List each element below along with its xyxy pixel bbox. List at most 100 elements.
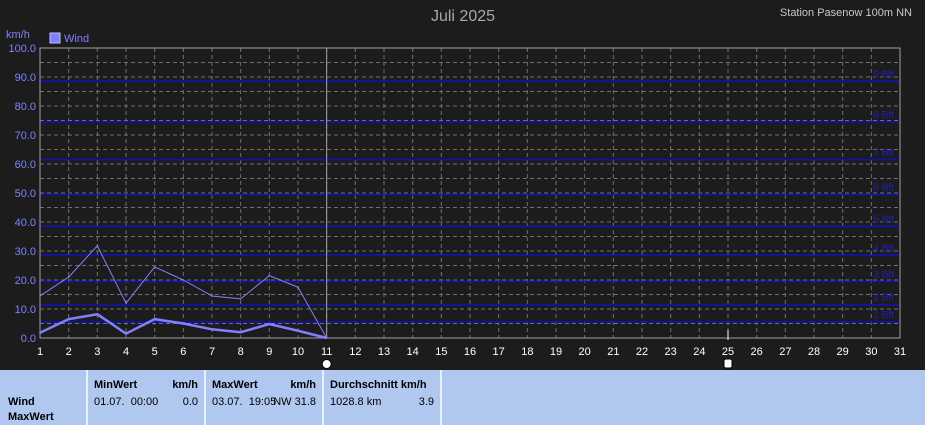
x-tick-label: 18 bbox=[521, 346, 533, 358]
summary-label-column: Wind MaxWert bbox=[0, 370, 88, 425]
data-point bbox=[153, 318, 156, 320]
data-point bbox=[67, 318, 70, 320]
y-tick-label: 80.0 bbox=[15, 101, 36, 113]
summary-row-label-wind: Wind bbox=[8, 396, 35, 408]
chart-area: 1 Bft 2 Bft 3 Bft 4 Bft 5 Bft 6 Bft 7 Bft 8 Bft… bbox=[0, 0, 925, 370]
summary-min-column: MinWert km/h 01.07. 00:00 0.0 bbox=[88, 370, 206, 425]
x-tick-label: 8 bbox=[238, 346, 244, 358]
data-point bbox=[153, 266, 156, 268]
beaufort-label: 6 Bft bbox=[873, 182, 894, 193]
y-tick-label: 70.0 bbox=[15, 130, 36, 142]
day-marker-circle bbox=[321, 359, 332, 369]
max-date: 03.07. 19:05 bbox=[212, 396, 277, 408]
wind-chart: 1 Bft 2 Bft 3 Bft 4 Bft 5 Bft 6 Bft 7 Bft 8 Bft… bbox=[6, 7, 912, 369]
station-label: Station Pasenow 100m NN bbox=[780, 7, 912, 19]
beaufort-label: 9 Bft bbox=[873, 69, 894, 80]
beaufort-label: 1 Bft bbox=[873, 310, 894, 321]
data-point bbox=[96, 244, 99, 247]
x-tick-label: 26 bbox=[751, 346, 763, 358]
x-tick-label: 21 bbox=[607, 346, 619, 358]
y-tick-label: 90.0 bbox=[15, 72, 36, 84]
min-unit-header: km/h bbox=[172, 379, 198, 391]
data-point bbox=[96, 313, 99, 316]
summary-max-column: MaxWert km/h 03.07. 19:05 NW 31.8 bbox=[206, 370, 324, 425]
x-tick-label: 5 bbox=[152, 346, 158, 358]
y-tick-label: 60.0 bbox=[15, 159, 36, 171]
y-axis-unit: km/h bbox=[6, 29, 30, 41]
avg-distance: 1028.8 km bbox=[330, 396, 382, 408]
data-point bbox=[239, 331, 242, 334]
x-tick-label: 30 bbox=[865, 346, 877, 358]
data-point bbox=[182, 279, 185, 281]
beaufort-label: 2 Bft bbox=[873, 293, 894, 304]
data-point bbox=[39, 331, 41, 334]
x-tick-label: 28 bbox=[808, 346, 820, 358]
y-tick-label: 30.0 bbox=[15, 246, 36, 258]
data-point bbox=[39, 295, 41, 297]
min-value: 0.0 bbox=[182, 396, 198, 408]
x-tick-label: 3 bbox=[94, 346, 100, 358]
data-point bbox=[268, 274, 271, 277]
x-tick-label: 1 bbox=[37, 346, 43, 358]
x-tick-label: 11 bbox=[321, 346, 332, 358]
avg-value: 3.9 bbox=[418, 396, 434, 408]
x-tick-label: 2 bbox=[66, 346, 72, 358]
x-tick-label: 4 bbox=[123, 346, 129, 358]
x-tick-label: 15 bbox=[435, 346, 447, 358]
summary-avg-column: Durchschnitt km/h 1028.8 km 3.9 bbox=[324, 370, 442, 425]
legend-label: Wind bbox=[64, 33, 89, 45]
beaufort-label: 7 Bft bbox=[873, 148, 894, 159]
y-tick-label: 20.0 bbox=[15, 275, 36, 287]
x-tick-label: 24 bbox=[693, 346, 705, 358]
beaufort-label: 5 Bft bbox=[873, 214, 894, 225]
beaufort-label: 8 Bft bbox=[873, 110, 894, 121]
x-tick-label: 6 bbox=[180, 346, 186, 358]
x-tick-label: 29 bbox=[837, 346, 849, 358]
data-point bbox=[125, 302, 127, 305]
data-point bbox=[125, 332, 127, 335]
x-tick-label: 31 bbox=[894, 346, 906, 358]
y-tick-label: 40.0 bbox=[15, 217, 36, 229]
summary-table: Wind MaxWert MinWert km/h 01.07. 00:00 0… bbox=[0, 370, 925, 425]
x-tick-label: 7 bbox=[209, 346, 215, 358]
day-marker-square bbox=[723, 358, 733, 369]
x-tick-label: 20 bbox=[579, 346, 591, 358]
x-tick-label: 22 bbox=[636, 346, 648, 358]
x-tick-label: 14 bbox=[407, 346, 419, 358]
x-tick-label: 23 bbox=[665, 346, 677, 358]
data-point bbox=[211, 328, 213, 331]
x-tick-label: 16 bbox=[464, 346, 476, 358]
x-tick-label: 19 bbox=[550, 346, 562, 358]
max-direction-value: NW 31.8 bbox=[273, 396, 316, 408]
x-tick-label: 10 bbox=[292, 346, 304, 358]
data-point bbox=[325, 337, 328, 339]
legend-swatch bbox=[49, 32, 61, 44]
data-point bbox=[297, 329, 299, 332]
summary-row-label-maxwert: MaxWert bbox=[8, 411, 54, 423]
x-tick-label: 27 bbox=[779, 346, 791, 358]
beaufort-label: 3 Bft bbox=[873, 269, 894, 280]
weather-chart-page: { "title": "Juli 2025", "station": "Stat… bbox=[0, 0, 925, 425]
beaufort-label: 4 Bft bbox=[873, 243, 894, 254]
y-tick-label: 10.0 bbox=[15, 304, 36, 316]
data-point bbox=[67, 276, 70, 278]
x-tick-label: 17 bbox=[493, 346, 505, 358]
data-point bbox=[297, 286, 299, 289]
x-tick-label: 13 bbox=[378, 346, 390, 358]
avg-header: Durchschnitt km/h bbox=[330, 379, 427, 391]
min-header: MinWert bbox=[94, 379, 138, 391]
y-tick-label: 50.0 bbox=[15, 188, 36, 200]
data-point bbox=[268, 323, 271, 325]
data-point bbox=[211, 295, 213, 297]
max-unit-header: km/h bbox=[290, 379, 316, 391]
y-tick-label: 0.0 bbox=[21, 333, 36, 345]
max-header: MaxWert bbox=[212, 379, 258, 391]
x-tick-label: 9 bbox=[266, 346, 272, 358]
x-tick-label: 12 bbox=[349, 346, 361, 358]
data-point bbox=[182, 322, 185, 325]
chart-title: Juli 2025 bbox=[431, 8, 495, 25]
x-tick-label: 25 bbox=[722, 346, 734, 358]
data-point bbox=[239, 298, 242, 300]
y-tick-label: 100.0 bbox=[8, 43, 36, 55]
min-date: 01.07. 00:00 bbox=[94, 396, 159, 408]
